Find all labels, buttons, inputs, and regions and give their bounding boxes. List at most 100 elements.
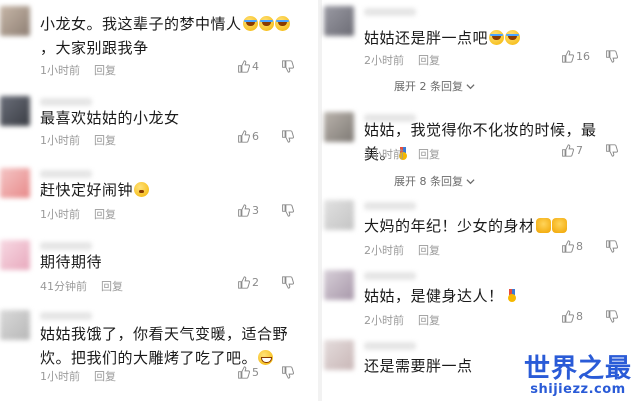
- comment-text: 最喜欢姑姑的小龙女: [40, 109, 180, 127]
- avatar[interactable]: [324, 340, 354, 370]
- like-button[interactable]: 16: [561, 50, 601, 63]
- like-count: 16: [576, 50, 590, 63]
- crying-laugh-emoji-icon: [258, 16, 274, 31]
- dislike-button[interactable]: [605, 144, 618, 157]
- watermark-title: 世界之最: [523, 354, 632, 384]
- dislike-button[interactable]: [605, 310, 618, 323]
- dislike-button[interactable]: [281, 276, 294, 289]
- comment-actions: 2: [237, 276, 294, 289]
- dislike-button[interactable]: [281, 130, 294, 143]
- username-blurred: [364, 342, 416, 350]
- thumbs-up-icon: [238, 130, 250, 143]
- comment-item: 姑姑，是健身达人！ 2小时前 回复 8: [324, 266, 640, 328]
- comment-item: 姑姑，我觉得你不化妆的时候，最美。 2小时前 回复 7 展开 8 条回复: [324, 106, 640, 190]
- like-count: 5: [252, 366, 259, 379]
- avatar[interactable]: [0, 240, 30, 270]
- comment-actions: 8: [561, 240, 618, 253]
- expand-replies-button[interactable]: 展开 8 条回复: [394, 173, 475, 189]
- flexed-arm-emoji-icon: [551, 218, 567, 233]
- comment-text: 姑姑，是健身达人！: [364, 284, 618, 308]
- avatar[interactable]: [0, 6, 30, 36]
- dislike-button[interactable]: [605, 50, 618, 63]
- like-count: 6: [252, 130, 259, 143]
- reply-button[interactable]: 回复: [94, 134, 116, 147]
- comment-meta: 1小时前 回复: [40, 206, 116, 222]
- reply-button[interactable]: 回复: [101, 280, 123, 293]
- comment-meta: 2小时前 回复: [364, 312, 440, 328]
- like-button[interactable]: 8: [561, 310, 601, 323]
- thumbs-down-icon: [282, 366, 294, 379]
- like-button[interactable]: 3: [237, 204, 277, 217]
- like-button[interactable]: 7: [561, 144, 601, 157]
- crying-laugh-emoji-icon: [274, 16, 290, 31]
- like-button[interactable]: 6: [237, 130, 277, 143]
- comment-meta: 2小时前 回复: [364, 52, 440, 68]
- reply-button[interactable]: 回复: [94, 208, 116, 221]
- reply-button[interactable]: 回复: [418, 314, 440, 327]
- dislike-button[interactable]: [281, 366, 294, 379]
- like-count: 2: [252, 276, 259, 289]
- username-blurred: [364, 202, 416, 210]
- username-blurred: [40, 242, 92, 250]
- comment-actions: 3: [237, 204, 294, 217]
- like-button[interactable]: 2: [237, 276, 277, 289]
- crying-laugh-emoji-icon: [505, 30, 521, 45]
- reply-button[interactable]: 回复: [94, 370, 116, 383]
- comment-meta: 1小时前 回复: [40, 132, 116, 148]
- comment-time: 1小时前: [40, 370, 80, 383]
- dislike-button[interactable]: [281, 204, 294, 217]
- comment-time: 2小时前: [364, 148, 404, 161]
- reply-button[interactable]: 回复: [418, 54, 440, 67]
- comment-time: 2小时前: [364, 314, 404, 327]
- thinking-emoji-icon: [134, 182, 150, 197]
- like-count: 8: [576, 310, 583, 323]
- username-blurred: [40, 170, 92, 178]
- comment-time: 1小时前: [40, 64, 80, 77]
- comment-actions: 5: [237, 366, 294, 379]
- username-blurred: [364, 8, 416, 16]
- avatar[interactable]: [324, 112, 354, 142]
- thumbs-up-icon: [238, 60, 250, 73]
- comment-actions: 6: [237, 130, 294, 143]
- avatar[interactable]: [324, 270, 354, 300]
- left-comment-column: 小龙女。我这辈子的梦中情人，大家别跟我争 1小时前 回复 4 最喜欢姑姑的小龙女 …: [0, 0, 316, 401]
- avatar[interactable]: [0, 96, 30, 126]
- grinning-emoji-icon: [258, 350, 274, 365]
- avatar[interactable]: [324, 6, 354, 36]
- crying-laugh-emoji-icon: [489, 30, 505, 45]
- comment-time: 2小时前: [364, 54, 404, 67]
- comment-meta: 1小时前 回复: [40, 62, 116, 78]
- expand-replies-button[interactable]: 展开 2 条回复: [394, 78, 475, 94]
- dislike-button[interactable]: [281, 60, 294, 73]
- comment-actions: 16: [561, 50, 618, 63]
- column-divider: [318, 0, 322, 401]
- right-comment-column: 姑姑还是胖一点吧 2小时前 回复 16 展开 2 条回复 姑姑，我觉得你不化妆的时…: [324, 0, 640, 401]
- thumbs-down-icon: [282, 204, 294, 217]
- comment-text: 大妈的年纪！少女的身材: [364, 214, 618, 238]
- comment-actions: 8: [561, 310, 618, 323]
- like-button[interactable]: 5: [237, 366, 277, 379]
- like-button[interactable]: 4: [237, 60, 277, 73]
- reply-button[interactable]: 回复: [94, 64, 116, 77]
- like-count: 3: [252, 204, 259, 217]
- watermark-url: shijiezz.com: [530, 382, 626, 397]
- reply-button[interactable]: 回复: [418, 244, 440, 257]
- username-blurred: [40, 312, 92, 320]
- chevron-down-icon: [466, 83, 475, 89]
- thumbs-down-icon: [606, 144, 618, 157]
- site-watermark: 世界之最 shijiezz.com: [524, 348, 632, 397]
- medal-icon: [507, 289, 517, 303]
- dislike-button[interactable]: [605, 240, 618, 253]
- reply-button[interactable]: 回复: [418, 148, 440, 161]
- thumbs-up-icon: [238, 276, 250, 289]
- thumbs-up-icon: [562, 310, 574, 323]
- comment-time: 41分钟前: [40, 280, 87, 293]
- comment-text: 小龙女。我这辈子的梦中情人，大家别跟我争: [40, 12, 294, 60]
- like-button[interactable]: 8: [561, 240, 601, 253]
- avatar[interactable]: [0, 168, 30, 198]
- avatar[interactable]: [0, 310, 30, 340]
- thumbs-up-icon: [238, 366, 250, 379]
- comment-item: 最喜欢姑姑的小龙女 1小时前 回复 6: [0, 90, 316, 150]
- thumbs-down-icon: [606, 240, 618, 253]
- avatar[interactable]: [324, 200, 354, 230]
